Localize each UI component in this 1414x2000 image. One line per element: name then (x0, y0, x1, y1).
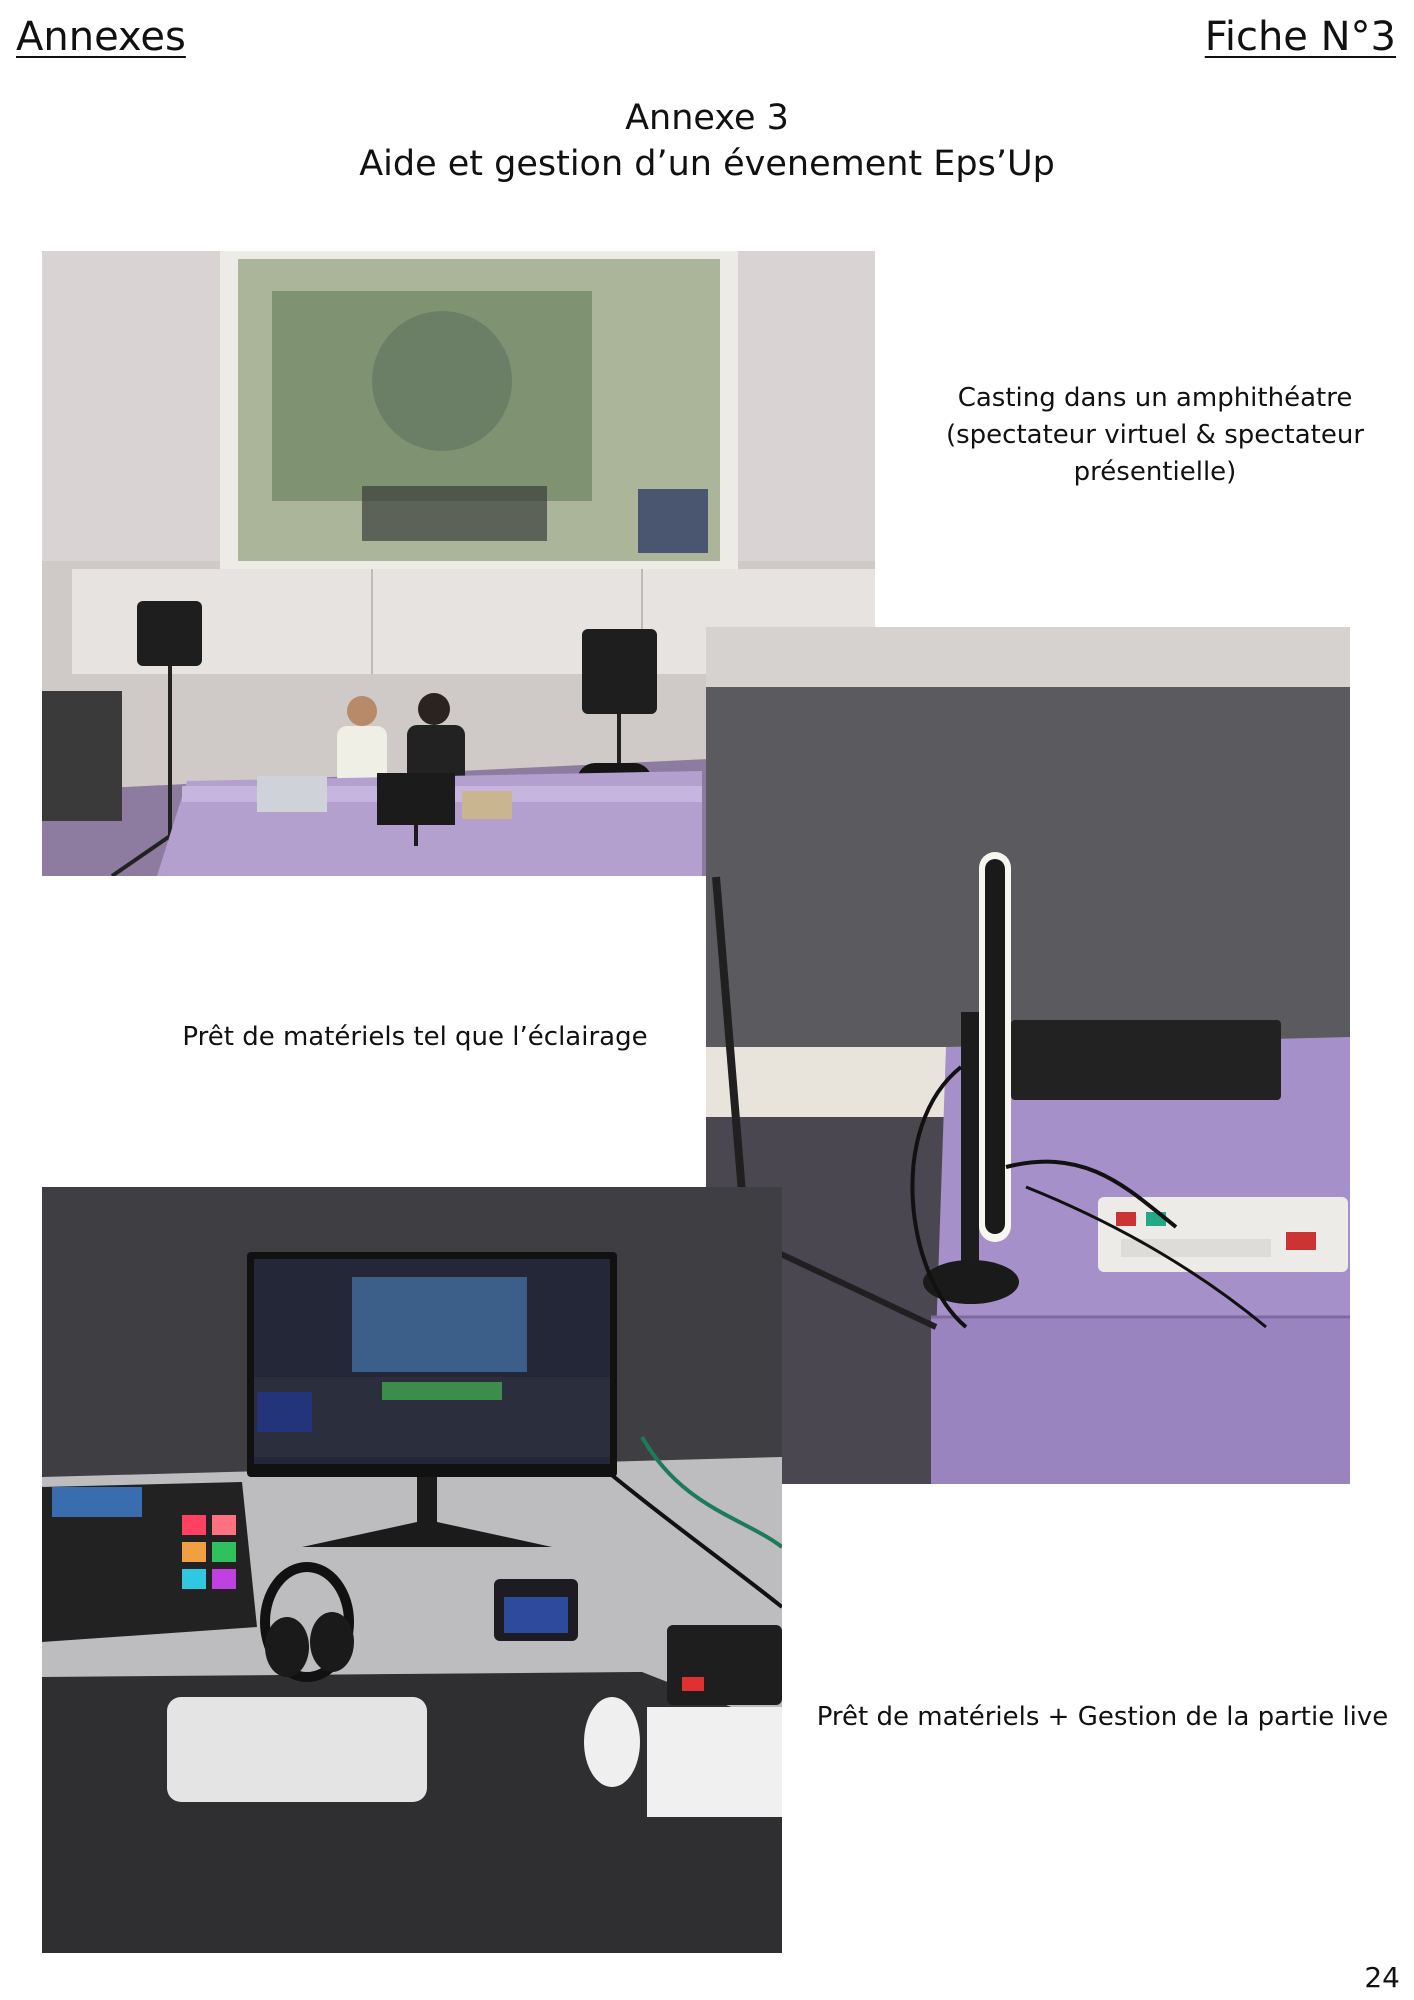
caption-casting-line-3: présentielle) (1073, 457, 1237, 487)
caption-casting-line-2: (spectateur virtuel & spectateur (945, 420, 1365, 450)
header-annexes: Annexes (16, 14, 186, 60)
title-line-1: Annexe 3 (625, 98, 789, 138)
page-title: Annexe 3 Aide et gestion d’un évenement … (0, 95, 1414, 187)
title-line-2: Aide et gestion d’un évenement Eps’Up (359, 144, 1055, 184)
caption-casting: Casting dans un amphithéatre (spectateur… (925, 380, 1385, 491)
caption-lighting: Prêt de matériels tel que l’éclairage (182, 1022, 648, 1052)
photo-lighting-equipment (706, 627, 1350, 1484)
caption-casting-line-1: Casting dans un amphithéatre (957, 383, 1353, 413)
page-number: 24 (1364, 1961, 1400, 1994)
caption-live: Prêt de matériels + Gestion de la partie… (816, 1702, 1389, 1732)
photo-live-streaming-desk (42, 1187, 782, 1953)
header-fiche-number: Fiche N°3 (1204, 14, 1396, 60)
